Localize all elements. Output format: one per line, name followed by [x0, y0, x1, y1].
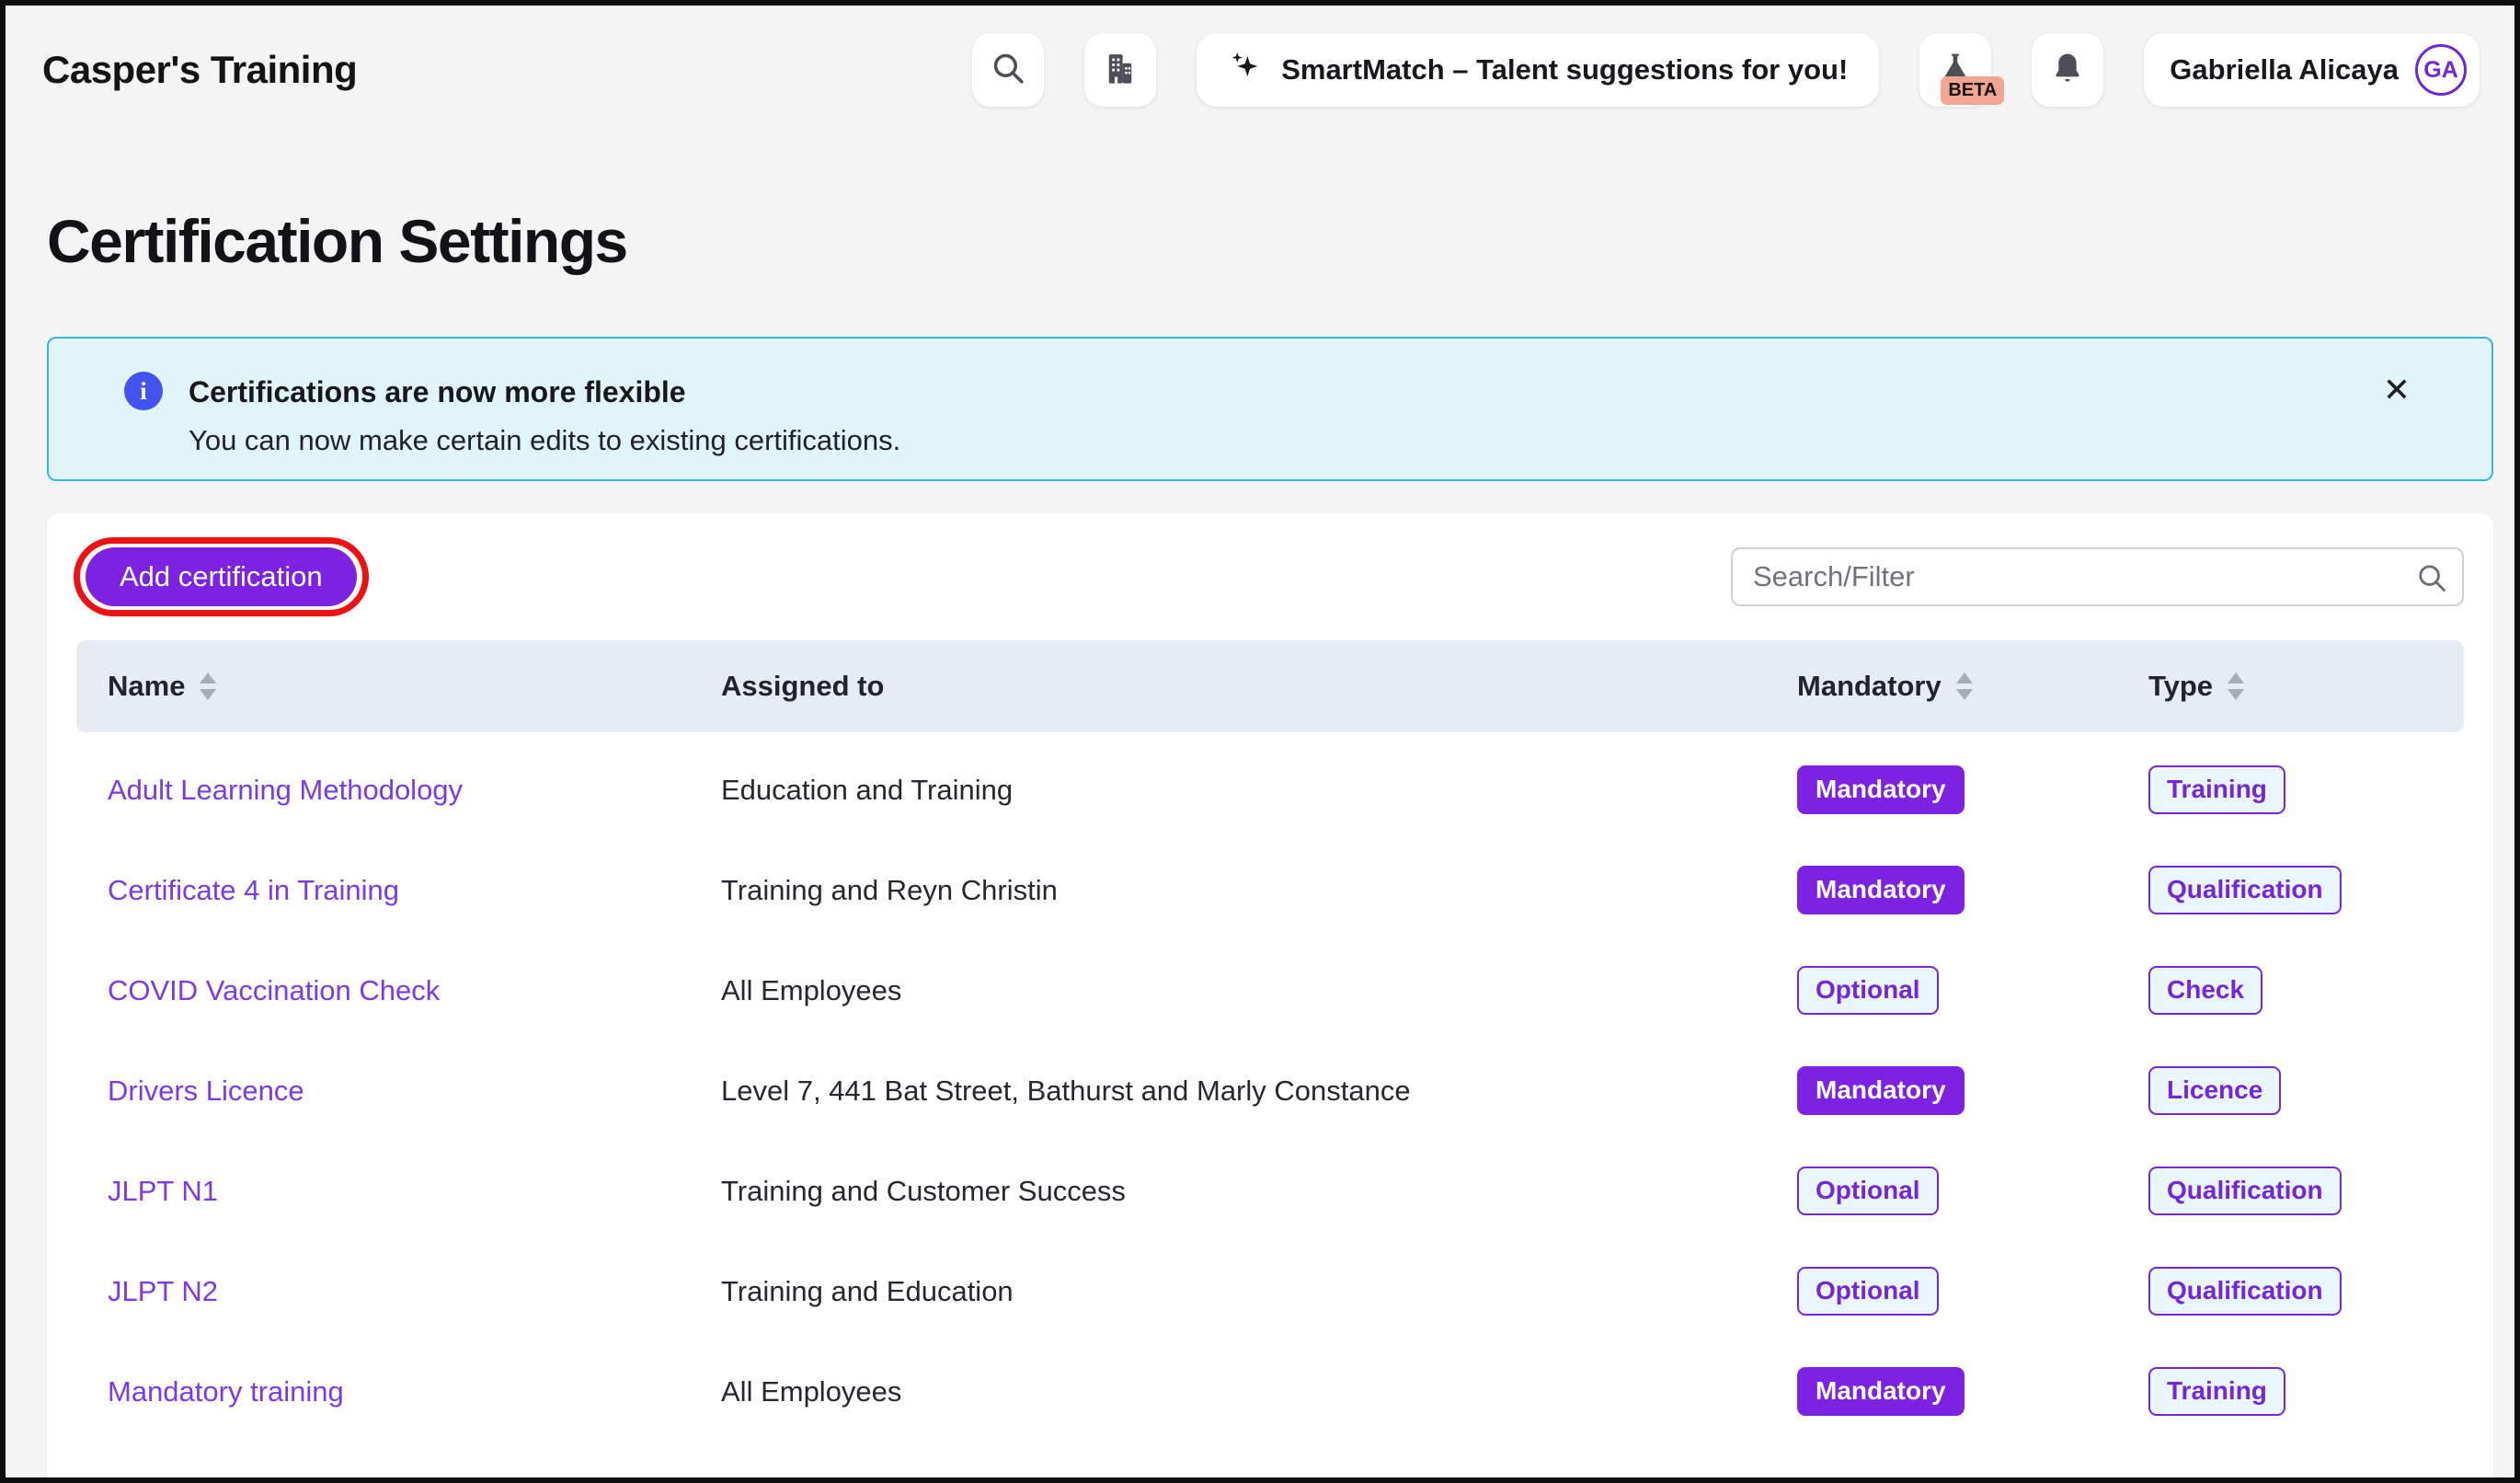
table-row: Adult Learning Methodology Education and… — [76, 740, 2464, 840]
mandatory-badge: Mandatory — [1797, 765, 1964, 814]
assigned-to-cell: Level 7, 441 Bat Street, Bathurst and Ma… — [721, 1075, 1797, 1108]
type-badge: Licence — [2148, 1066, 2281, 1115]
table-row: JLPT N2 Training and Education Optional … — [76, 1241, 2464, 1341]
table-row: Drivers Licence Level 7, 441 Bat Street,… — [76, 1040, 2464, 1141]
assigned-to-cell: Training and Reyn Christin — [721, 874, 1797, 907]
notifications-button[interactable] — [2032, 33, 2103, 107]
add-certification-button[interactable]: Add certification — [86, 547, 357, 606]
card-toolbar: Add certification — [76, 547, 2464, 640]
top-bar: Casper's Training — [42, 31, 2480, 109]
certifications-card: Add certification Name Assigned to Manda… — [47, 513, 2493, 1483]
table-row-partial: Reyn Christin, Sharah Bearer, Track Tot — [76, 1442, 2464, 1483]
info-icon: i — [124, 372, 163, 410]
type-badge: Qualification — [2148, 1167, 2342, 1215]
sort-icon — [200, 673, 216, 700]
assigned-to-cell: All Employees — [721, 1375, 1797, 1408]
table-row: Certificate 4 in Training Training and R… — [76, 840, 2464, 940]
mandatory-badge: Mandatory — [1797, 866, 1964, 914]
table-header: Name Assigned to Mandatory Type — [76, 640, 2464, 732]
assigned-to-cell: Training and Customer Success — [721, 1175, 1797, 1208]
column-header-type[interactable]: Type — [2148, 670, 2433, 703]
assigned-to-cell: Education and Training — [721, 774, 1797, 807]
mandatory-badge: Optional — [1797, 966, 1939, 1015]
search-button[interactable] — [972, 33, 1044, 107]
type-badge: Check — [2148, 966, 2262, 1015]
add-certification-annotated: Add certification — [86, 547, 357, 606]
banner-body: You can now make certain edits to existi… — [189, 424, 900, 457]
close-icon[interactable]: ✕ — [2383, 374, 2411, 407]
smartmatch-label: SmartMatch – Talent suggestions for you! — [1281, 53, 1848, 86]
certification-link[interactable]: Drivers Licence — [108, 1075, 304, 1108]
labs-button[interactable]: BETA — [1919, 33, 1991, 107]
app-title: Casper's Training — [42, 48, 357, 92]
page-title: Certification Settings — [47, 206, 627, 276]
type-badge: Qualification — [2148, 866, 2342, 914]
table-row: COVID Vaccination Check All Employees Op… — [76, 940, 2464, 1040]
info-banner: i Certifications are now more flexible Y… — [47, 337, 2493, 481]
certification-link[interactable]: Certificate 4 in Training — [108, 874, 399, 907]
table-row: Mandatory training All Employees Mandato… — [76, 1341, 2464, 1442]
banner-title: Certifications are now more flexible — [189, 375, 686, 409]
certification-link[interactable]: JLPT N2 — [108, 1275, 218, 1308]
top-bar-actions: SmartMatch – Talent suggestions for you!… — [972, 33, 2480, 107]
mandatory-badge: Optional — [1797, 1167, 1939, 1215]
smartmatch-button[interactable]: SmartMatch – Talent suggestions for you! — [1197, 33, 1879, 107]
type-badge: Qualification — [2148, 1267, 2342, 1316]
column-header-mandatory[interactable]: Mandatory — [1797, 670, 2148, 703]
sort-icon — [1956, 673, 1973, 700]
search-filter-input[interactable] — [1731, 547, 2464, 606]
user-name: Gabriella Alicaya — [2170, 53, 2399, 86]
search-icon — [989, 49, 1027, 92]
assigned-to-cell: All Employees — [721, 974, 1797, 1007]
beta-badge: BETA — [1941, 76, 2004, 105]
sort-icon — [2228, 673, 2244, 700]
building-icon — [1101, 49, 1140, 92]
type-badge: Training — [2148, 765, 2285, 814]
mandatory-badge: Mandatory — [1797, 1367, 1964, 1416]
mandatory-badge: Optional — [1797, 1267, 1939, 1316]
assigned-to-cell: Reyn Christin, Sharah Bearer, Track Tot — [721, 1476, 1797, 1483]
column-header-assigned-to: Assigned to — [721, 670, 1797, 703]
certification-link[interactable]: JLPT N1 — [108, 1175, 218, 1208]
search-filter-wrap — [1731, 547, 2464, 606]
table-row: JLPT N1 Training and Customer Success Op… — [76, 1141, 2464, 1241]
mandatory-badge: Mandatory — [1797, 1066, 1964, 1115]
certification-link[interactable]: Mandatory training — [108, 1375, 344, 1408]
search-icon — [2414, 560, 2449, 595]
type-badge: Training — [2148, 1367, 2285, 1416]
company-button[interactable] — [1084, 33, 1156, 107]
app-window: Casper's Training — [0, 0, 2520, 1483]
sparkle-icon — [1228, 49, 1263, 91]
bell-icon — [2049, 50, 2086, 91]
column-header-name[interactable]: Name — [108, 670, 721, 703]
user-menu[interactable]: Gabriella Alicaya GA — [2144, 33, 2480, 107]
certification-link[interactable]: Adult Learning Methodology — [108, 774, 463, 807]
table-body: Adult Learning Methodology Education and… — [76, 732, 2464, 1483]
assigned-to-cell: Training and Education — [721, 1275, 1797, 1308]
certification-link[interactable]: COVID Vaccination Check — [108, 974, 440, 1007]
avatar: GA — [2415, 44, 2467, 96]
